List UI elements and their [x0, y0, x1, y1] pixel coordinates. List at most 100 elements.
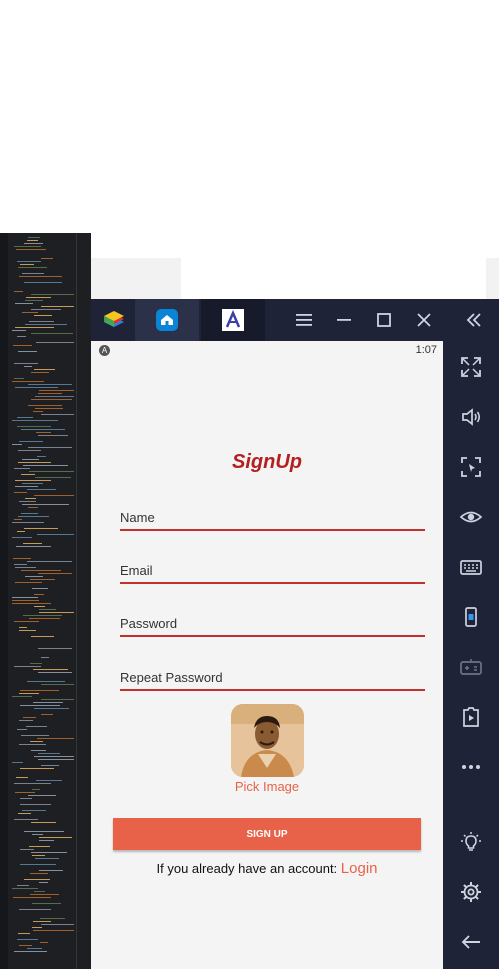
code-line [22, 483, 43, 484]
code-line [20, 705, 60, 706]
code-line [22, 273, 44, 274]
code-line [17, 885, 29, 886]
code-line [15, 327, 54, 328]
email-field-label: Email [120, 563, 153, 578]
code-line [12, 600, 39, 601]
device-button[interactable] [443, 597, 499, 637]
code-line [32, 855, 45, 856]
maximize-button[interactable] [371, 299, 397, 341]
volume-button[interactable] [443, 397, 499, 437]
login-link[interactable]: Login [341, 860, 378, 877]
screenshot-region-icon [461, 457, 481, 477]
code-line [32, 927, 42, 928]
gamepad-icon [460, 659, 482, 675]
code-line [38, 672, 72, 673]
device-icon [465, 607, 477, 627]
code-line [18, 450, 41, 451]
code-line [39, 609, 56, 610]
name-field[interactable]: Name [120, 499, 425, 531]
keyboard-icon [460, 560, 482, 575]
code-line [33, 930, 74, 931]
code-line [14, 492, 27, 493]
code-line [37, 738, 74, 739]
code-line [14, 783, 51, 784]
back-button[interactable] [443, 922, 499, 962]
background-panel [486, 258, 499, 299]
password-field-label: Password [120, 616, 178, 631]
code-line [26, 297, 51, 298]
code-line [12, 888, 38, 889]
code-line [12, 420, 58, 421]
code-line [39, 870, 63, 871]
eye-button[interactable] [443, 497, 499, 537]
code-line [23, 717, 36, 718]
more-button[interactable] [443, 747, 499, 787]
fullscreen-icon [461, 357, 481, 377]
code-line [38, 573, 72, 574]
code-line [41, 258, 53, 259]
code-line [18, 267, 47, 268]
code-line [28, 507, 38, 508]
light-button[interactable] [443, 822, 499, 862]
code-line [12, 762, 23, 763]
email-field[interactable]: Email [120, 552, 425, 584]
code-line [19, 945, 32, 946]
collapse-sidebar-button[interactable] [461, 299, 487, 341]
code-line [14, 666, 41, 667]
code-line [29, 471, 74, 472]
avatar-image[interactable] [231, 704, 304, 777]
fullscreen-button[interactable] [443, 347, 499, 387]
code-line [41, 924, 74, 925]
minimize-button[interactable] [331, 299, 357, 341]
repeat-password-field[interactable]: Repeat Password [120, 659, 425, 691]
code-line [31, 852, 67, 853]
code-line [24, 831, 64, 832]
close-button[interactable] [411, 299, 437, 341]
menu-icon [296, 314, 312, 326]
signup-button[interactable]: SIGN UP [113, 818, 421, 850]
notification-indicator: A [99, 345, 110, 356]
code-line [38, 435, 68, 436]
code-line [25, 324, 67, 325]
media-manager-button[interactable] [443, 697, 499, 737]
code-line [31, 333, 73, 334]
keyboard-button[interactable] [443, 547, 499, 587]
status-bar: A 1:07 [91, 341, 443, 361]
code-line [35, 396, 74, 397]
code-line [26, 726, 47, 727]
code-line [14, 246, 41, 247]
background-panel [91, 258, 181, 299]
code-line [27, 948, 42, 949]
code-line [39, 840, 54, 841]
code-line [17, 261, 41, 262]
code-line [36, 432, 51, 433]
code-line [34, 891, 45, 892]
gamepad-button[interactable] [443, 647, 499, 687]
settings-button[interactable] [443, 872, 499, 912]
code-editor-panel [0, 233, 91, 969]
code-line [28, 405, 62, 406]
code-line [39, 612, 74, 613]
code-line [25, 576, 43, 577]
bluestacks-logo-icon[interactable] [95, 299, 133, 341]
code-line [41, 765, 59, 766]
code-line [33, 702, 63, 703]
menu-button[interactable] [291, 299, 317, 341]
code-line [17, 729, 27, 730]
editor-scrollbar[interactable] [76, 233, 77, 969]
code-line [27, 489, 56, 490]
pick-image-link[interactable]: Pick Image [91, 779, 443, 794]
code-line [15, 792, 35, 793]
code-line [24, 528, 58, 529]
code-line [31, 294, 74, 295]
code-line [17, 417, 33, 418]
more-icon [462, 765, 480, 769]
code-line [30, 894, 59, 895]
home-tab[interactable] [135, 299, 199, 341]
light-icon [461, 832, 481, 851]
app-tab[interactable] [201, 299, 265, 341]
code-line [20, 849, 34, 850]
password-field[interactable]: Password [120, 605, 425, 637]
code-line [14, 363, 38, 364]
screenshot-region-button[interactable] [443, 447, 499, 487]
